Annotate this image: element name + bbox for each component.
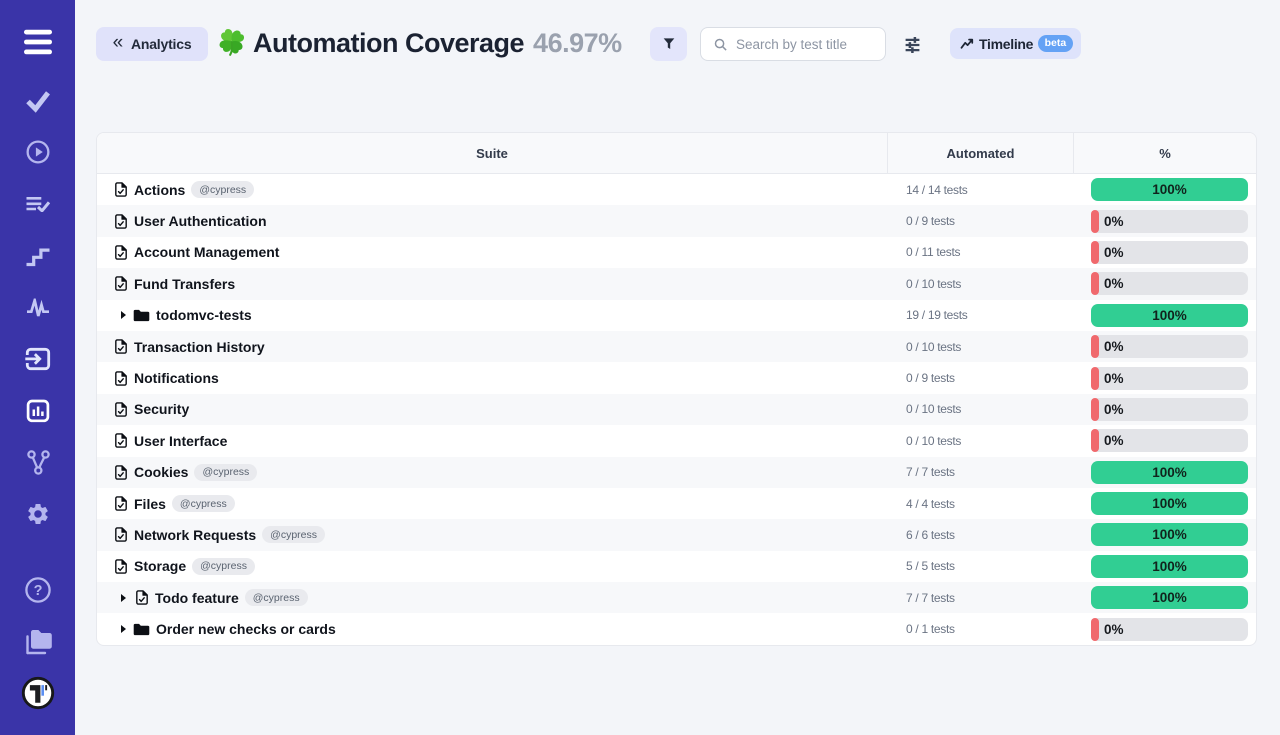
svg-text:?: ? — [33, 583, 42, 599]
